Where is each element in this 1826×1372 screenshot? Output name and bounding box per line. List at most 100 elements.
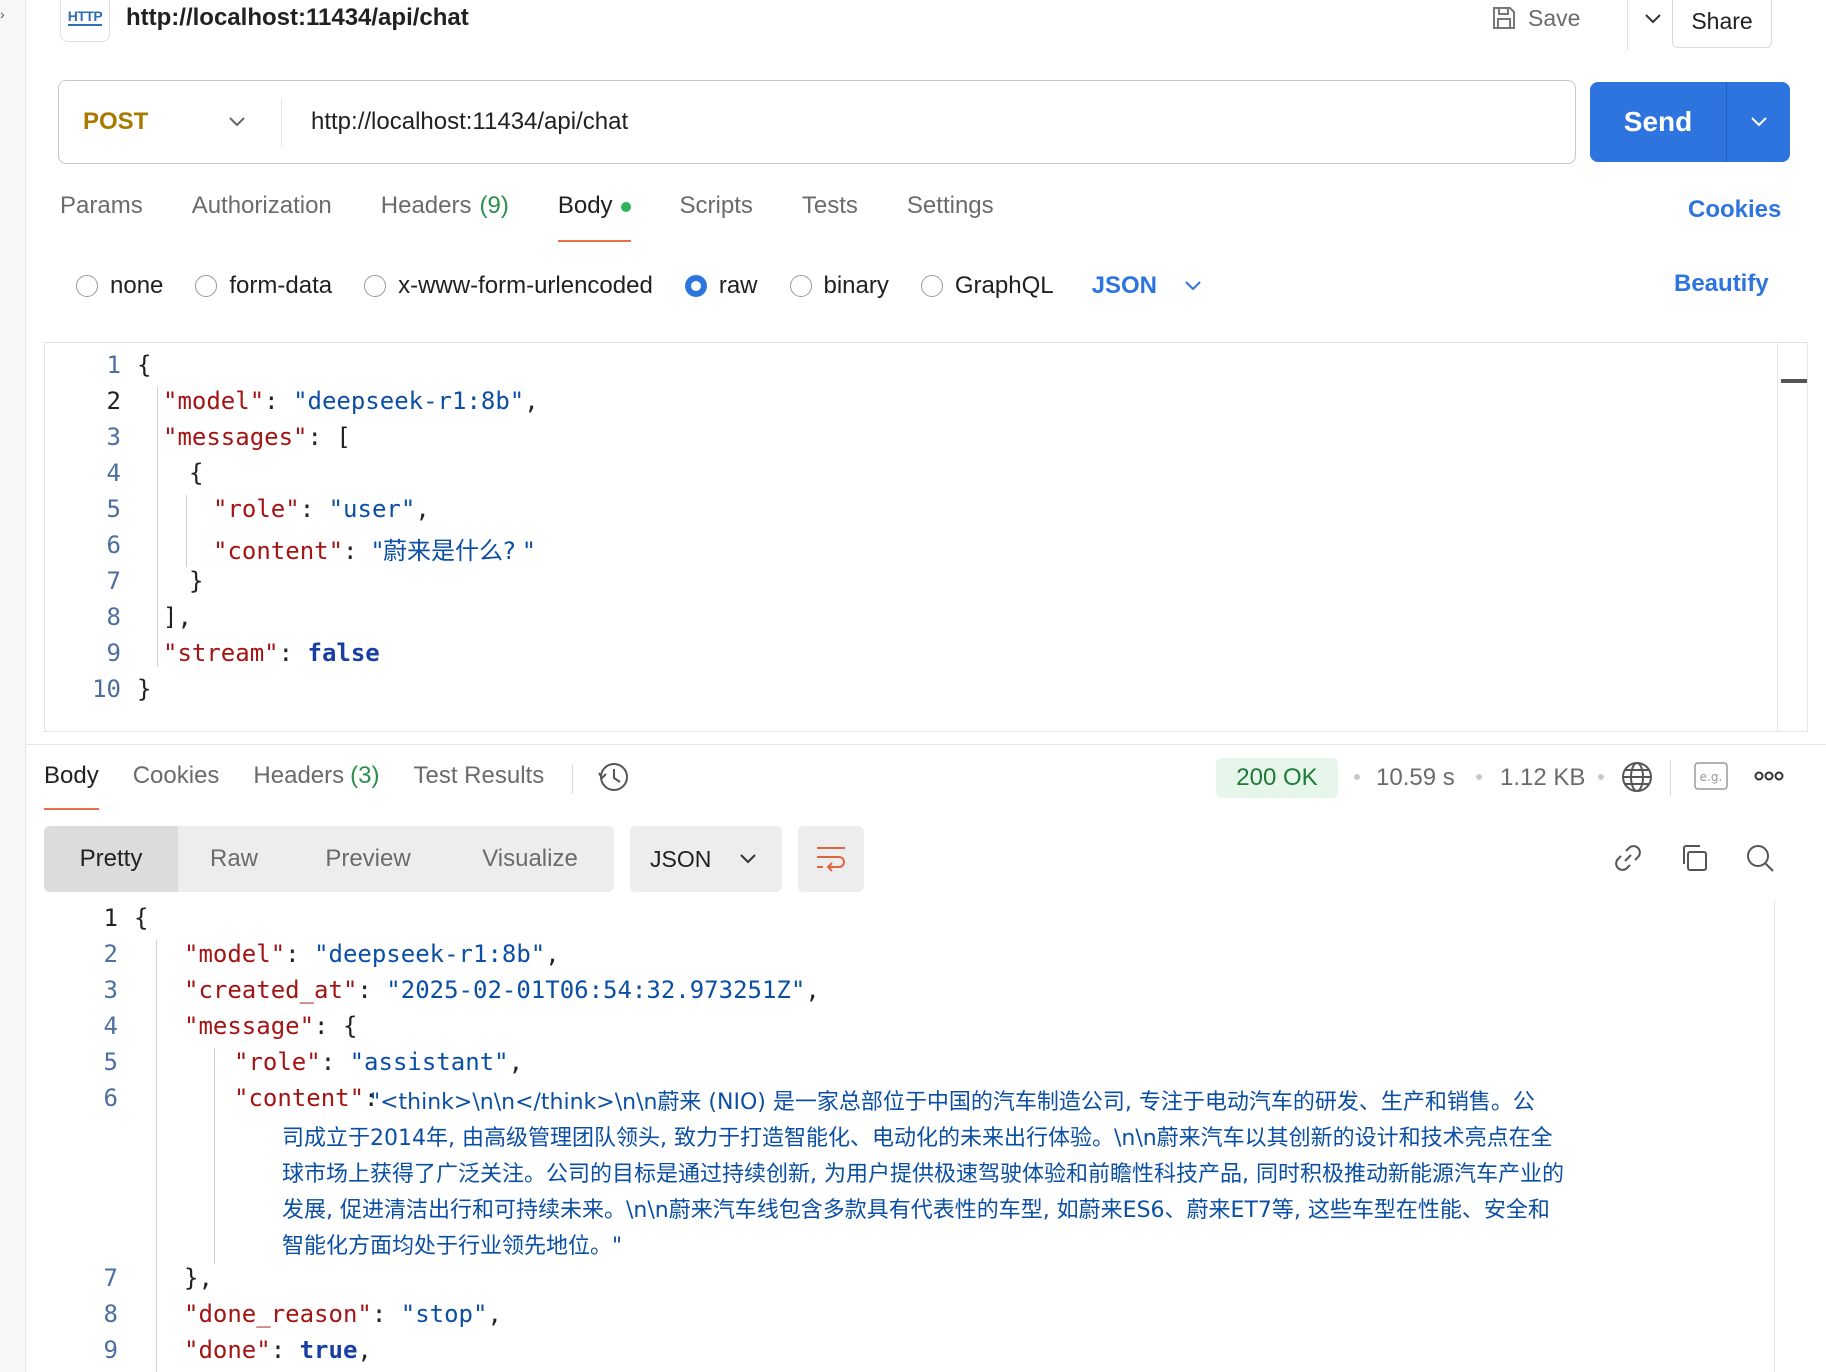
indent-guide — [156, 940, 157, 1372]
svg-text:e.g.: e.g. — [1700, 770, 1723, 784]
separator-dot — [1354, 774, 1360, 780]
radio-label: GraphQL — [954, 272, 1054, 299]
search-icon[interactable] — [1742, 840, 1778, 876]
view-preview[interactable]: Preview — [290, 826, 446, 892]
word-wrap-button[interactable] — [798, 826, 864, 892]
request-header: HTTP http://localhost:11434/api/chat Sav… — [26, 0, 1826, 60]
response-time[interactable]: 10.59 s — [1376, 764, 1455, 792]
scrollbar-marker[interactable] — [1781, 379, 1807, 383]
line-number: 7 — [106, 567, 121, 595]
line-number: 8 — [103, 1300, 118, 1328]
tab-tests[interactable]: Tests — [802, 192, 858, 242]
response-size[interactable]: 1.12 KB — [1500, 764, 1585, 792]
globe-icon[interactable] — [1620, 760, 1654, 799]
chevron-down-icon — [1750, 117, 1767, 127]
more-options-icon[interactable] — [1754, 768, 1784, 789]
code-line: "message": { — [184, 1012, 358, 1040]
save-options-button[interactable] — [1638, 4, 1668, 34]
line-number: 1 — [106, 351, 121, 379]
tab-scripts[interactable]: Scripts — [680, 192, 753, 242]
divider — [26, 744, 1826, 745]
link-icon[interactable] — [1610, 840, 1646, 876]
headers-count: (3) — [350, 762, 380, 789]
view-pretty[interactable]: Pretty — [44, 826, 178, 892]
cookies-link[interactable]: Cookies — [1688, 196, 1781, 224]
url-input[interactable]: http://localhost:11434/api/chat — [311, 81, 628, 163]
body-indicator-dot — [620, 202, 631, 212]
code-line: "done_reason": "stop", — [184, 1300, 502, 1328]
line-number: 2 — [103, 940, 118, 968]
radio-raw[interactable]: raw — [684, 272, 758, 300]
code-line: } — [137, 675, 152, 703]
content-text-line: "<think>\n\n</think>\n\n蔚来 (NIO) 是一家总部位于… — [370, 1090, 1535, 1115]
tab-headers[interactable]: Headers (9) — [381, 192, 509, 242]
radio-label: none — [110, 272, 164, 299]
wrap-lines-icon — [817, 847, 845, 872]
save-example-icon[interactable]: e.g. — [1694, 762, 1728, 795]
headers-count: (9) — [479, 192, 509, 219]
tab-test-results[interactable]: Test Results — [413, 762, 544, 810]
radio-circle — [76, 275, 98, 297]
send-options-button[interactable] — [1727, 82, 1790, 162]
save-button[interactable]: Save — [1490, 0, 1580, 36]
http-icon: HTTP — [60, 0, 110, 42]
code-line: "model": "deepseek-r1:8b", — [163, 387, 539, 415]
copy-icon[interactable] — [1676, 840, 1712, 876]
line-number: 1 — [103, 904, 118, 932]
radio-graphql[interactable]: GraphQL — [920, 272, 1054, 300]
code-line: { — [137, 351, 152, 379]
tab-label: Headers — [253, 762, 345, 789]
body-type-selector: none form-data x-www-form-urlencoded raw… — [76, 268, 1203, 304]
radio-urlencoded[interactable]: x-www-form-urlencoded — [364, 272, 653, 300]
response-body-viewer[interactable]: 1 2 3 4 5 6 7 8 9 { "model": "deepseek-r… — [44, 900, 1826, 1372]
line-number: 5 — [103, 1048, 118, 1076]
indent-guide — [214, 1048, 215, 1264]
beautify-link[interactable]: Beautify — [1674, 270, 1769, 298]
view-visualize[interactable]: Visualize — [446, 826, 614, 892]
radio-form-data[interactable]: form-data — [195, 272, 332, 300]
share-button[interactable]: Share — [1672, 0, 1772, 48]
tab-response-headers[interactable]: Headers (3) — [253, 762, 379, 810]
radio-circle-selected — [684, 275, 707, 297]
radio-label: x-www-form-urlencoded — [398, 272, 653, 299]
line-number: 6 — [106, 531, 121, 559]
line-number: 3 — [103, 976, 118, 1004]
history-icon[interactable] — [597, 760, 631, 812]
radio-binary[interactable]: binary — [789, 272, 889, 300]
response-format-select[interactable]: JSON — [630, 826, 782, 892]
indent-guide — [157, 387, 158, 667]
chevron-down-icon — [740, 854, 756, 864]
scrollbar-track — [1774, 900, 1775, 1372]
method-select[interactable]: POST — [59, 81, 281, 163]
radio-label: binary — [823, 272, 889, 299]
code-line: } — [189, 567, 204, 595]
request-body-editor[interactable]: 1 2 3 4 5 6 7 8 9 10 { "model": "deepsee… — [44, 342, 1808, 732]
separator-dot — [1598, 774, 1604, 780]
view-raw[interactable]: Raw — [178, 826, 290, 892]
divider — [1627, 0, 1628, 50]
tab-settings[interactable]: Settings — [907, 192, 994, 242]
code-line: ], — [163, 603, 192, 631]
request-title[interactable]: http://localhost:11434/api/chat — [126, 4, 469, 32]
save-icon — [1493, 7, 1515, 29]
send-button[interactable]: Send — [1590, 82, 1726, 162]
tab-label: Headers — [380, 192, 472, 219]
divider — [572, 764, 574, 794]
line-number: 9 — [106, 639, 121, 667]
status-badge[interactable]: 200 OK — [1216, 758, 1338, 798]
code-line: "created_at": "2025-02-01T06:54:32.97325… — [184, 976, 820, 1004]
tab-response-body[interactable]: Body — [44, 762, 99, 810]
tab-authorization[interactable]: Authorization — [192, 192, 332, 242]
tab-body[interactable]: Body — [557, 192, 631, 242]
line-number: 4 — [103, 1012, 118, 1040]
panel-tick: › — [0, 6, 5, 22]
language-select[interactable]: JSON — [1092, 272, 1203, 300]
tab-params[interactable]: Params — [60, 192, 143, 242]
tab-response-cookies[interactable]: Cookies — [133, 762, 220, 810]
radio-none[interactable]: none — [76, 272, 163, 300]
content-text-line: 发展, 促进清洁出行和可持续未来。\n\n蔚来汽车线包含多款具有代表性的车型, … — [282, 1198, 1550, 1223]
line-number: 2 — [106, 387, 121, 415]
code-line: "done": true, — [184, 1336, 372, 1364]
tab-label: Body — [557, 192, 613, 219]
code-line: { — [189, 459, 204, 487]
